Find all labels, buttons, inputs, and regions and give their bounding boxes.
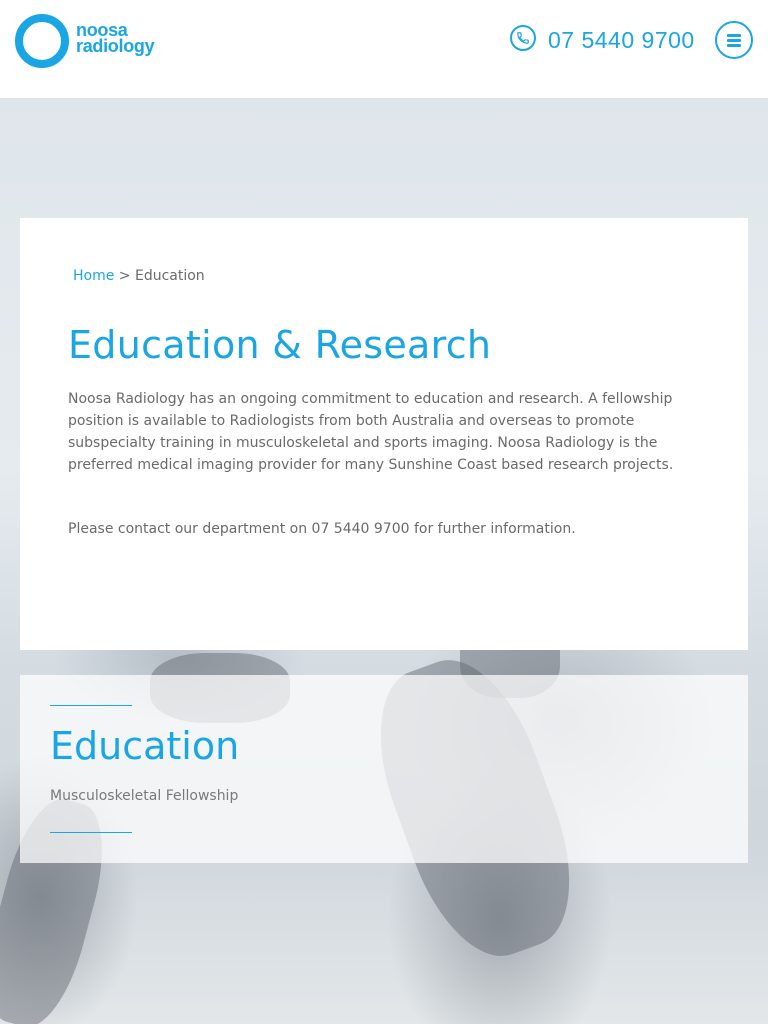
section-title: Education xyxy=(50,724,240,768)
menu-bar xyxy=(727,39,741,42)
logo-line-2: radiology xyxy=(76,36,155,56)
phone-number-link[interactable]: 07 5440 9700 xyxy=(548,26,695,54)
education-section-card: Education Musculoskeletal Fellowship xyxy=(20,675,748,863)
menu-bar xyxy=(727,44,741,47)
breadcrumb: Home > Education xyxy=(73,268,205,284)
contact-paragraph: Please contact our department on 07 5440… xyxy=(68,521,576,537)
logo-wordmark: noosa radiology xyxy=(76,21,155,56)
breadcrumb-current: Education xyxy=(134,268,205,284)
divider xyxy=(50,832,132,833)
breadcrumb-separator: > xyxy=(118,268,131,284)
hamburger-menu-icon[interactable] xyxy=(715,21,753,59)
site-header: noosa radiology 07 5440 9700 xyxy=(0,0,768,98)
intro-paragraph: Noosa Radiology has an ongoing commitmen… xyxy=(68,391,674,473)
content-card: Home > Education Education & Research No… xyxy=(20,218,748,650)
musculoskeletal-fellowship-link[interactable]: Musculoskeletal Fellowship xyxy=(50,788,238,804)
page-title: Education & Research xyxy=(68,323,492,367)
site-logo[interactable]: noosa radiology xyxy=(15,14,165,70)
breadcrumb-home-link[interactable]: Home xyxy=(73,268,114,284)
logo-ring-icon xyxy=(15,14,69,68)
divider xyxy=(50,705,132,706)
phone-icon[interactable] xyxy=(510,25,536,51)
menu-bar xyxy=(727,34,741,37)
